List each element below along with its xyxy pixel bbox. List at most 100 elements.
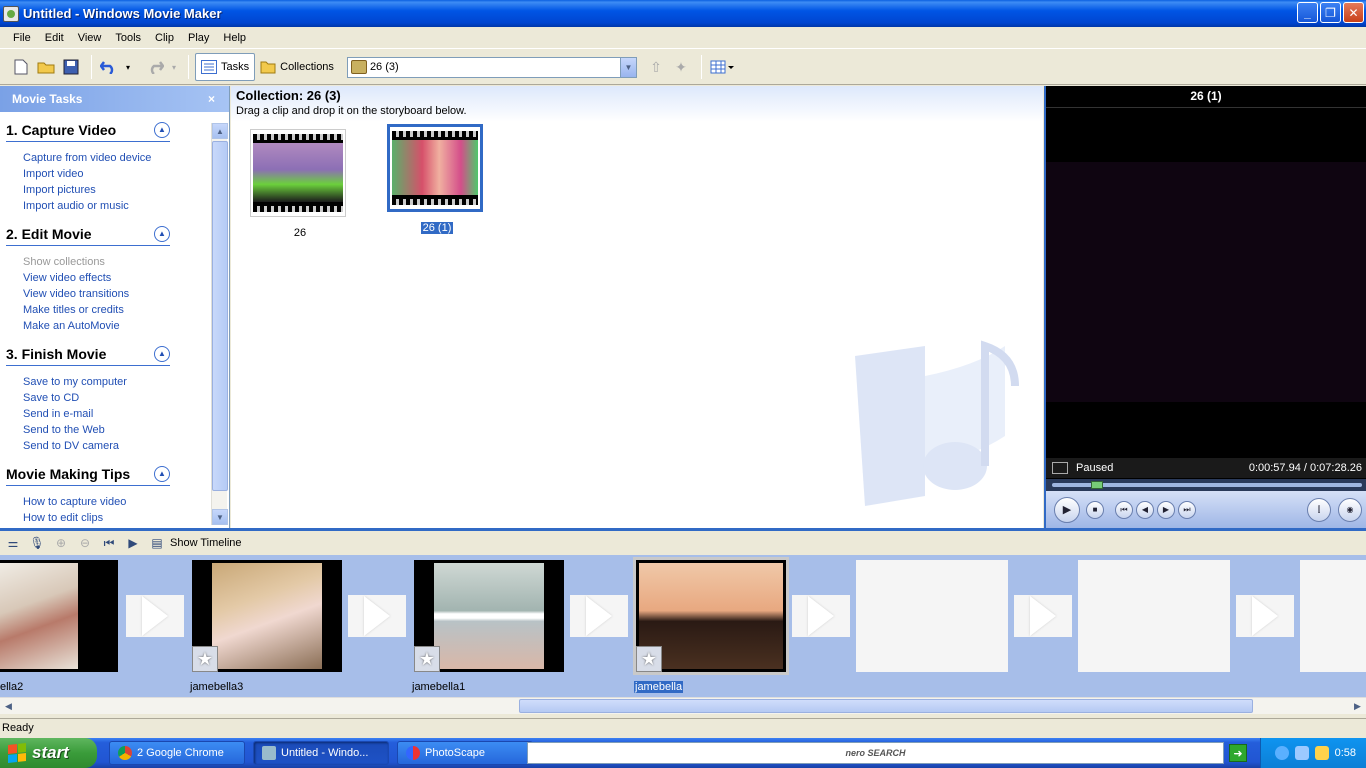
play-storyboard-icon[interactable]: ▶ xyxy=(124,534,142,552)
new-project-icon[interactable] xyxy=(10,56,32,78)
start-button[interactable]: start xyxy=(0,738,97,768)
collapse-icon[interactable]: ▲ xyxy=(154,121,170,138)
menu-help[interactable]: Help xyxy=(216,32,253,44)
playback-status: Paused xyxy=(1076,462,1114,474)
minimize-button[interactable]: _ xyxy=(1297,2,1318,23)
task-link[interactable]: View video effects xyxy=(23,270,210,286)
menu-view[interactable]: View xyxy=(71,32,109,44)
menu-edit[interactable]: Edit xyxy=(38,32,71,44)
collection-select[interactable]: 26 (3) ▼ xyxy=(346,56,637,78)
scroll-left-icon[interactable]: ◀ xyxy=(0,698,17,714)
storyboard-clip[interactable]: ★ xyxy=(414,560,564,672)
set-audio-levels-icon[interactable]: ⚌ xyxy=(4,534,22,552)
restore-button[interactable]: ❐ xyxy=(1320,2,1341,23)
undo-dropdown-icon[interactable]: ▾ xyxy=(123,56,133,78)
taskbar-item-photoscape[interactable]: PhotoScape xyxy=(397,741,533,765)
menu-tools[interactable]: Tools xyxy=(108,32,148,44)
title-bar[interactable]: Untitled - Windows Movie Maker _ ❐ ✕ xyxy=(0,0,1366,27)
transition-slot[interactable] xyxy=(348,595,406,637)
task-link[interactable]: How to edit clips xyxy=(23,510,210,526)
take-picture-icon[interactable]: ◉ xyxy=(1338,497,1362,522)
task-link[interactable]: View video transitions xyxy=(23,286,210,302)
collection-clip[interactable]: 26 xyxy=(250,129,350,239)
fullscreen-icon[interactable] xyxy=(1052,462,1068,474)
section-title: 2. Edit Movie xyxy=(6,225,92,242)
redo-dropdown-icon: ▾ xyxy=(171,62,176,72)
transition-slot[interactable] xyxy=(792,595,850,637)
scrollbar-thumb[interactable] xyxy=(212,141,228,491)
close-button[interactable]: ✕ xyxy=(1343,2,1364,23)
task-link[interactable]: Capture from video device xyxy=(23,150,210,166)
storyboard-clip[interactable] xyxy=(0,560,118,672)
task-link[interactable]: Send to the Web xyxy=(23,422,210,438)
task-link[interactable]: Send to DV camera xyxy=(23,438,210,454)
split-clip-icon[interactable]: ⫿ xyxy=(1307,497,1331,522)
transition-slot[interactable] xyxy=(570,595,628,637)
close-icon[interactable]: × xyxy=(208,92,215,106)
video-effect-star-icon[interactable]: ★ xyxy=(192,646,218,672)
task-link[interactable]: Import audio or music xyxy=(23,198,210,214)
clip-thumbnail xyxy=(0,563,78,669)
menu-bar: File Edit View Tools Clip Play Help xyxy=(0,27,1366,49)
task-link[interactable]: How to capture video xyxy=(23,494,210,510)
task-link[interactable]: Save to CD xyxy=(23,390,210,406)
task-link[interactable]: Make an AutoMovie xyxy=(23,318,210,334)
show-timeline-button[interactable]: Show Timeline xyxy=(170,537,242,549)
task-pane-scrollbar[interactable]: ▲ ▼ xyxy=(211,123,228,525)
scroll-down-icon[interactable]: ▼ xyxy=(212,509,228,525)
rewind-storyboard-icon[interactable]: ⏮ xyxy=(100,534,118,552)
movie-maker-watermark-icon xyxy=(855,340,1019,506)
video-effect-star-icon[interactable]: ★ xyxy=(414,646,440,672)
views-icon[interactable] xyxy=(708,56,736,78)
nero-search-input[interactable]: nero SEARCH xyxy=(527,742,1224,764)
transition-slot[interactable] xyxy=(1014,595,1072,637)
tray-back-icon[interactable] xyxy=(1274,746,1289,760)
search-go-icon[interactable]: ➜ xyxy=(1229,744,1247,762)
chevron-down-icon[interactable]: ▼ xyxy=(619,57,636,77)
movie-maker-app-icon[interactable] xyxy=(3,5,19,22)
menu-file[interactable]: File xyxy=(6,32,38,44)
seek-bar[interactable] xyxy=(1046,479,1366,491)
tasks-button[interactable]: Tasks xyxy=(195,53,256,81)
storyboard-clip[interactable]: ★ xyxy=(192,560,342,672)
collapse-icon[interactable]: ▲ xyxy=(154,225,170,242)
network-icon[interactable] xyxy=(1294,746,1309,760)
task-link[interactable]: Import pictures xyxy=(23,182,210,198)
collapse-icon[interactable]: ▲ xyxy=(154,345,170,362)
transition-slot[interactable] xyxy=(126,595,184,637)
stop-icon[interactable]: ■ xyxy=(1086,500,1104,519)
task-link[interactable]: Save to my computer xyxy=(23,374,210,390)
save-project-icon[interactable] xyxy=(60,56,82,78)
rewind-icon[interactable]: ◀ xyxy=(1136,500,1154,519)
scroll-up-icon[interactable]: ▲ xyxy=(212,123,228,139)
menu-play[interactable]: Play xyxy=(181,32,216,44)
scrollbar-thumb[interactable] xyxy=(519,699,1253,713)
menu-clip[interactable]: Clip xyxy=(148,32,181,44)
empty-clip-slot[interactable] xyxy=(1078,560,1230,672)
storyboard-clip-selected[interactable]: ★ xyxy=(633,557,789,675)
open-project-icon[interactable] xyxy=(35,56,57,78)
collections-button[interactable]: Collections xyxy=(255,53,339,81)
collapse-icon[interactable]: ▲ xyxy=(154,465,170,482)
task-link[interactable]: Import video xyxy=(23,166,210,182)
storyboard-scrollbar[interactable]: ◀ ▶ xyxy=(0,697,1366,714)
seek-handle[interactable] xyxy=(1090,481,1103,489)
taskbar-item-chrome[interactable]: 2 Google Chrome xyxy=(109,741,245,765)
play-icon[interactable]: ▶ xyxy=(1054,496,1080,523)
taskbar-item-movie-maker[interactable]: Untitled - Windo... xyxy=(253,741,389,765)
tray-app-icon[interactable] xyxy=(1314,746,1329,760)
narrate-timeline-icon[interactable]: 🎙 xyxy=(28,534,46,552)
empty-clip-slot[interactable] xyxy=(856,560,1008,672)
undo-icon[interactable] xyxy=(98,56,120,78)
task-link[interactable]: Make titles or credits xyxy=(23,302,210,318)
collection-clip-selected[interactable]: 26 (1) xyxy=(387,124,487,234)
empty-clip-slot[interactable] xyxy=(1300,560,1366,672)
transition-slot[interactable] xyxy=(1236,595,1294,637)
next-frame-icon[interactable]: ⏭ xyxy=(1178,500,1196,519)
show-timeline-icon[interactable]: ▤ xyxy=(148,534,166,552)
scroll-right-icon[interactable]: ▶ xyxy=(1349,698,1366,714)
previous-frame-icon[interactable]: ⏮ xyxy=(1115,500,1133,519)
forward-icon[interactable]: ▶ xyxy=(1157,500,1175,519)
task-link[interactable]: Send in e-mail xyxy=(23,406,210,422)
video-effect-star-icon[interactable]: ★ xyxy=(636,646,662,672)
